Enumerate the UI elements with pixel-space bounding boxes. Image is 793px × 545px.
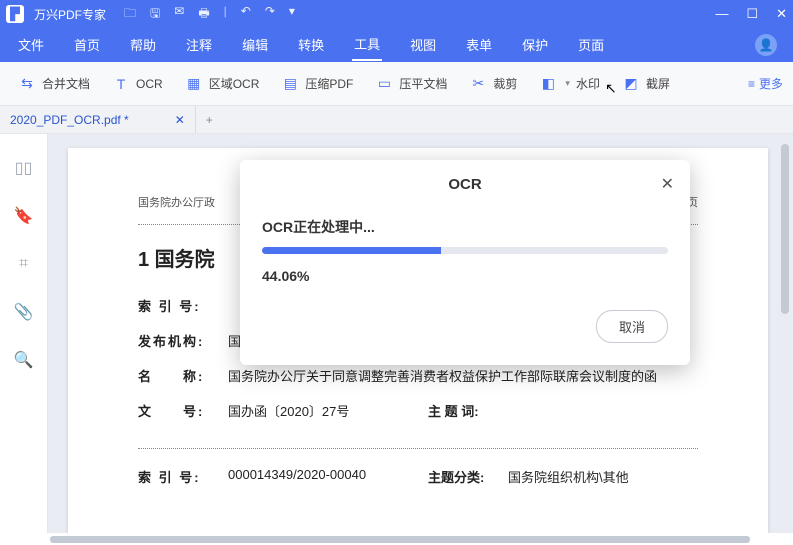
tool-label: 水印 [576, 75, 600, 92]
menu-convert[interactable]: 转换 [296, 31, 326, 60]
tab-label: 2020_PDF_OCR.pdf * [10, 113, 129, 127]
page-header-left: 国务院办公厅政 [138, 194, 215, 210]
menu-help[interactable]: 帮助 [128, 31, 158, 60]
merge-icon: ⇆ [18, 75, 36, 93]
tool-compress[interactable]: ▤ 压缩PDF [273, 71, 361, 97]
field-value: 国务院办公厅关于同意调整完善消费者权益保护工作部际联席会议制度的函 [228, 366, 698, 385]
dialog-close-icon[interactable]: ✕ [661, 174, 674, 194]
redo-icon[interactable]: ↷ [265, 4, 275, 25]
progress-bar-fill [262, 247, 441, 254]
tool-label: 合并文档 [42, 75, 90, 92]
screenshot-icon: ◩ [622, 75, 640, 93]
app-logo: ▛ [6, 5, 24, 23]
scrollbar-thumb[interactable] [781, 144, 789, 314]
titlebar: ▛ 万兴PDF专家 🗀 🖫 ✉ 🖶 | ↶ ↷ ▾ — ☐ ✕ [0, 0, 793, 28]
tab-close-icon[interactable]: ✕ [175, 113, 185, 127]
menu-file[interactable]: 文件 [16, 31, 46, 60]
field-value: 000014349/2020-00040 [228, 467, 428, 486]
titlebar-quick-actions: 🗀 🖫 ✉ 🖶 | ↶ ↷ ▾ [124, 4, 295, 25]
save-icon[interactable]: 🖫 [150, 4, 160, 25]
close-button[interactable]: ✕ [776, 6, 787, 22]
field-label: 名 称: [138, 366, 228, 385]
tool-label: 压平文档 [399, 75, 447, 92]
tool-label: 截屏 [646, 75, 670, 92]
bookmark-icon[interactable]: 🔖 [14, 206, 34, 226]
compress-icon: ▤ [281, 75, 299, 93]
user-avatar[interactable]: 👤 [755, 34, 777, 56]
app-title: 万兴PDF专家 [34, 6, 106, 23]
open-icon[interactable]: 🗀 [124, 4, 136, 25]
left-sidebar: ▯▯ 🔖 ⌗ 📎 🔍 [0, 134, 48, 533]
dropdown-icon[interactable]: ▾ [289, 4, 295, 25]
undo-icon[interactable]: ↶ [241, 4, 251, 25]
window-controls: — ☐ ✕ [715, 6, 787, 22]
tool-merge[interactable]: ⇆ 合并文档 [10, 71, 98, 97]
tool-label: OCR [136, 77, 163, 91]
dialog-title: OCR [262, 176, 668, 193]
field-value: 国办函〔2020〕27号 [228, 401, 428, 420]
cancel-button[interactable]: 取消 [596, 310, 668, 343]
ocr-status-text: OCR正在处理中... [262, 217, 668, 237]
tool-watermark[interactable]: ◧ ▾ 水印 [531, 71, 608, 97]
toolbar-overflow[interactable]: ≡更多 [748, 75, 783, 92]
search-icon[interactable]: 🔍 [14, 350, 34, 370]
print-icon[interactable]: 🖶 [198, 4, 209, 25]
more-label: 更多 [759, 75, 783, 92]
tool-crop[interactable]: ✂ 裁剪 [461, 71, 525, 97]
tool-area-ocr[interactable]: ▦ 区域OCR [177, 71, 268, 97]
thumbnails-icon[interactable]: ▯▯ [14, 158, 34, 178]
toolbar: ⇆合并文档 TOCR ▦区域OCR ▤压缩PDF ▭压平文档 ✂裁剪 ◧▾水印 … [0, 62, 793, 106]
field-label: 主题分类: [428, 467, 508, 486]
maximize-button[interactable]: ☐ [746, 6, 758, 22]
field-label: 发布机构: [138, 331, 228, 350]
menu-annotate[interactable]: 注释 [184, 31, 214, 60]
menu-form[interactable]: 表单 [464, 31, 494, 60]
tool-ocr[interactable]: T OCR [104, 71, 171, 97]
tool-label: 压缩PDF [305, 75, 353, 92]
menu-view[interactable]: 视图 [408, 31, 438, 60]
horizontal-scrollbar[interactable] [48, 535, 777, 545]
menu-home[interactable]: 首页 [72, 31, 102, 60]
mail-icon[interactable]: ✉ [174, 4, 184, 25]
field-label: 索 引 号: [138, 467, 228, 486]
ocr-progress-dialog: OCR ✕ OCR正在处理中... 44.06% 取消 [240, 160, 690, 365]
menu-tools[interactable]: 工具 [352, 30, 382, 61]
progress-percent: 44.06% [262, 268, 668, 284]
field-value: 国务院组织机构\其他 [508, 467, 698, 486]
field-label: 主 题 词: [428, 401, 508, 420]
scrollbar-thumb[interactable] [50, 536, 750, 543]
field-label: 索 引 号: [138, 296, 228, 315]
chevron-down-icon: ▾ [565, 78, 570, 89]
field-label: 文 号: [138, 401, 228, 420]
minimize-button[interactable]: — [715, 6, 728, 22]
vertical-scrollbar[interactable] [779, 134, 791, 533]
progress-bar [262, 247, 668, 254]
watermark-icon: ◧ [539, 75, 557, 93]
tool-label: 裁剪 [493, 75, 517, 92]
tool-label: 区域OCR [209, 75, 260, 92]
attachments-icon[interactable]: ⌗ [14, 254, 34, 274]
attachment-clip-icon[interactable]: 📎 [14, 302, 34, 322]
document-tabbar: 2020_PDF_OCR.pdf * ✕ + [0, 106, 793, 134]
new-tab-button[interactable]: + [196, 113, 223, 127]
tool-screenshot[interactable]: ◩ 截屏 [614, 71, 678, 97]
crop-icon: ✂ [469, 75, 487, 93]
menu-page[interactable]: 页面 [576, 31, 606, 60]
menu-edit[interactable]: 编辑 [240, 31, 270, 60]
area-ocr-icon: ▦ [185, 75, 203, 93]
ocr-icon: T [112, 75, 130, 93]
document-tab[interactable]: 2020_PDF_OCR.pdf * ✕ [0, 106, 196, 133]
flatten-icon: ▭ [375, 75, 393, 93]
menubar: 文件 首页 帮助 注释 编辑 转换 工具 视图 表单 保护 页面 👤 [0, 28, 793, 62]
menu-protect[interactable]: 保护 [520, 31, 550, 60]
divider: | [224, 4, 227, 25]
tool-flatten[interactable]: ▭ 压平文档 [367, 71, 455, 97]
